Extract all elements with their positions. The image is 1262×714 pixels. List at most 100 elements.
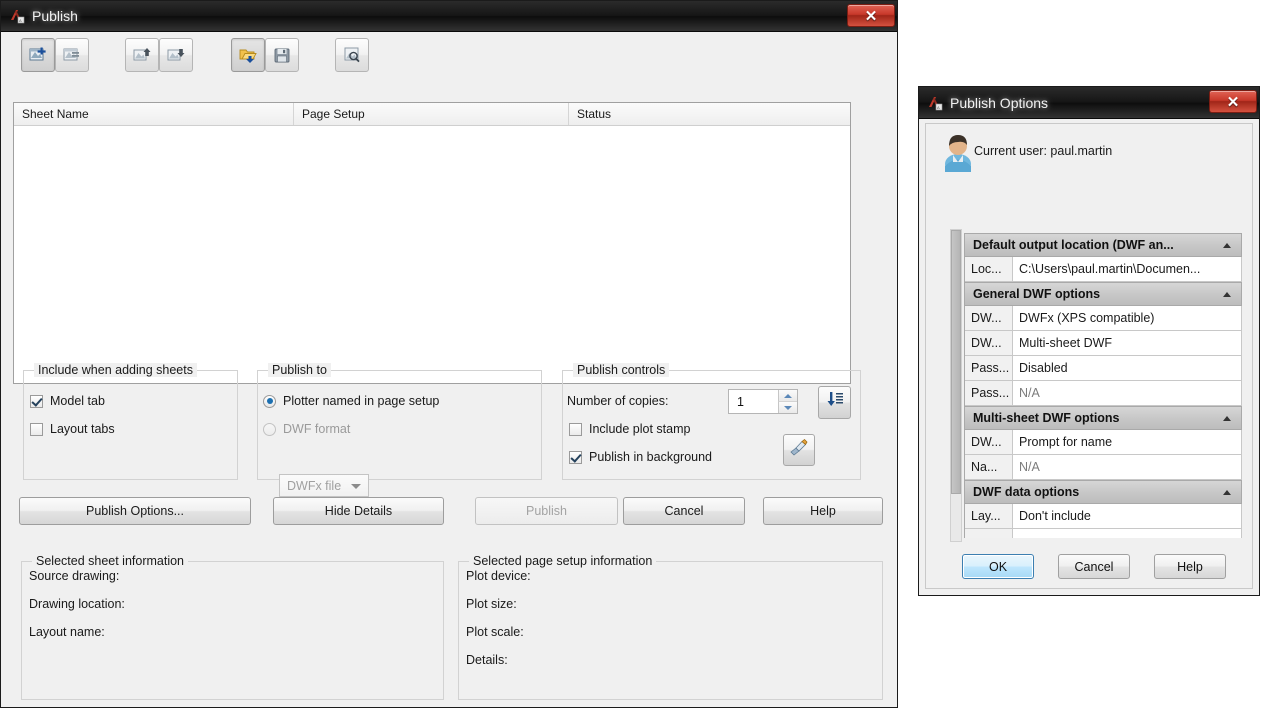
chevron-down-icon bbox=[351, 484, 361, 489]
chevron-up-icon bbox=[1223, 490, 1231, 495]
scrollbar-thumb[interactable] bbox=[951, 230, 961, 494]
options-body: Current user: paul.martin Default output… bbox=[919, 119, 1259, 595]
plot-stamp-settings-icon bbox=[789, 438, 809, 463]
property-value[interactable]: Multi-sheet DWF bbox=[1013, 331, 1241, 355]
help-button[interactable]: Help bbox=[1154, 554, 1226, 579]
remove-sheet-icon bbox=[62, 45, 82, 65]
plot-stamp-settings-button[interactable] bbox=[783, 434, 815, 466]
table-row[interactable]: Pass... N/A bbox=[965, 381, 1242, 406]
dwf-format-combo[interactable]: DWFx file bbox=[279, 474, 369, 497]
dwf-format-radio[interactable]: DWF format bbox=[263, 422, 350, 436]
stepper-down-button[interactable] bbox=[778, 401, 797, 413]
dwf-format-combo-value: DWFx file bbox=[287, 478, 342, 493]
move-down-icon bbox=[166, 45, 186, 65]
cancel-button[interactable]: Cancel bbox=[623, 497, 745, 525]
property-value[interactable]: N/A bbox=[1013, 455, 1241, 479]
save-sheet-list-button[interactable] bbox=[265, 38, 299, 72]
property-name: Lay... bbox=[965, 504, 1013, 528]
sheet-info-title: Selected sheet information bbox=[32, 554, 189, 568]
publish-titlebar[interactable]: A Publish ✕ bbox=[1, 1, 897, 32]
sheet-list[interactable]: Sheet Name Page Setup Status bbox=[13, 102, 851, 384]
number-of-copies-value[interactable]: 1 bbox=[729, 390, 778, 413]
property-value[interactable]: N/A bbox=[1013, 381, 1241, 405]
column-header-sheet-name[interactable]: Sheet Name bbox=[14, 103, 294, 125]
property-value[interactable]: Don't include bbox=[1013, 504, 1241, 528]
preview-button[interactable] bbox=[335, 38, 369, 72]
layout-tabs-checkbox[interactable]: Layout tabs bbox=[30, 422, 115, 436]
publish-in-background-label: Publish in background bbox=[589, 450, 712, 464]
group-header-general-dwf-options[interactable]: General DWF options bbox=[965, 282, 1242, 306]
drawing-location-label: Drawing location: bbox=[29, 597, 125, 611]
chevron-up-icon bbox=[1223, 416, 1231, 421]
property-value[interactable]: C:\Users\paul.martin\Documen... bbox=[1013, 257, 1241, 281]
move-sheet-up-button[interactable] bbox=[125, 38, 159, 72]
column-header-status[interactable]: Status bbox=[569, 103, 850, 125]
column-header-page-setup[interactable]: Page Setup bbox=[294, 103, 569, 125]
group-label: DWF data options bbox=[973, 485, 1080, 499]
property-name: Pass... bbox=[965, 381, 1013, 405]
table-row[interactable]: Lay... Don't include bbox=[965, 504, 1242, 529]
add-sheets-button[interactable] bbox=[21, 38, 55, 72]
table-row-partial[interactable] bbox=[965, 529, 1242, 538]
cancel-button[interactable]: Cancel bbox=[1058, 554, 1130, 579]
group-header-default-output-location[interactable]: Default output location (DWF an... bbox=[965, 233, 1242, 257]
checkbox-check-icon bbox=[30, 394, 43, 408]
autocad-app-icon: A bbox=[9, 8, 25, 24]
stepper-buttons bbox=[778, 390, 797, 413]
load-sheet-list-button[interactable] bbox=[231, 38, 265, 72]
help-button[interactable]: Help bbox=[763, 497, 883, 525]
options-tree-scrollbar[interactable] bbox=[950, 229, 962, 542]
table-row[interactable]: DW... Multi-sheet DWF bbox=[965, 331, 1242, 356]
property-value[interactable]: Disabled bbox=[1013, 356, 1241, 380]
layout-name-label: Layout name: bbox=[29, 625, 105, 639]
group-label: Default output location (DWF an... bbox=[973, 238, 1174, 252]
checkbox-empty-icon bbox=[569, 422, 582, 436]
hide-details-button[interactable]: Hide Details bbox=[273, 497, 444, 525]
svg-text:A: A bbox=[937, 105, 940, 110]
add-sheet-icon bbox=[28, 45, 48, 65]
property-name: Na... bbox=[965, 455, 1013, 479]
chevron-up-icon bbox=[1223, 243, 1231, 248]
remove-sheets-button[interactable] bbox=[55, 38, 89, 72]
table-row[interactable]: Na... N/A bbox=[965, 455, 1242, 480]
move-sheet-down-button[interactable] bbox=[159, 38, 193, 72]
precision-icon bbox=[825, 390, 845, 415]
stepper-up-button[interactable] bbox=[778, 390, 797, 401]
publish-options-dialog: A Publish Options ✕ Current user: paul.m… bbox=[918, 86, 1260, 596]
screen-root: A Publish ✕ Sheet Name Page Setup Status… bbox=[0, 0, 1262, 714]
publish-options-button[interactable]: Publish Options... bbox=[19, 497, 251, 525]
table-row[interactable]: Loc... C:\Users\paul.martin\Documen... bbox=[965, 257, 1242, 282]
current-user-row: Current user: paul.martin bbox=[940, 135, 1113, 174]
table-row[interactable]: DW... DWFx (XPS compatible) bbox=[965, 306, 1242, 331]
radio-empty-icon bbox=[263, 422, 276, 436]
group-header-multi-sheet-dwf-options[interactable]: Multi-sheet DWF options bbox=[965, 406, 1242, 430]
number-of-copies-stepper[interactable]: 1 bbox=[728, 389, 798, 414]
publish-controls-group-title: Publish controls bbox=[573, 363, 670, 377]
source-drawing-label: Source drawing: bbox=[29, 569, 120, 583]
table-row[interactable]: DW... Prompt for name bbox=[965, 430, 1242, 455]
include-plot-stamp-label: Include plot stamp bbox=[589, 422, 691, 436]
publish-button[interactable]: Publish bbox=[475, 497, 618, 525]
include-plot-stamp-checkbox[interactable]: Include plot stamp bbox=[569, 422, 690, 436]
close-icon[interactable]: ✕ bbox=[847, 4, 895, 27]
model-tab-checkbox[interactable]: Model tab bbox=[30, 394, 105, 408]
options-titlebar[interactable]: A Publish Options ✕ bbox=[919, 87, 1259, 119]
publish-in-background-checkbox[interactable]: Publish in background bbox=[569, 450, 712, 464]
layout-tabs-label: Layout tabs bbox=[50, 422, 115, 436]
triangle-down-icon bbox=[784, 405, 792, 410]
property-name: Loc... bbox=[965, 257, 1013, 281]
current-user-label: Current user: paul.martin bbox=[974, 144, 1113, 158]
ok-button[interactable]: OK bbox=[962, 554, 1034, 579]
table-row[interactable]: Pass... Disabled bbox=[965, 356, 1242, 381]
property-value[interactable] bbox=[1013, 529, 1241, 538]
include-group-title: Include when adding sheets bbox=[34, 363, 197, 377]
number-of-copies-label: Number of copies: bbox=[567, 394, 669, 408]
precision-button[interactable] bbox=[818, 386, 851, 419]
property-value[interactable]: DWFx (XPS compatible) bbox=[1013, 306, 1241, 330]
plotter-named-radio[interactable]: Plotter named in page setup bbox=[263, 394, 439, 408]
options-tree: Default output location (DWF an... Loc..… bbox=[964, 233, 1242, 538]
property-name: DW... bbox=[965, 306, 1013, 330]
group-header-dwf-data-options[interactable]: DWF data options bbox=[965, 480, 1242, 504]
property-value[interactable]: Prompt for name bbox=[1013, 430, 1241, 454]
close-icon[interactable]: ✕ bbox=[1209, 90, 1257, 113]
